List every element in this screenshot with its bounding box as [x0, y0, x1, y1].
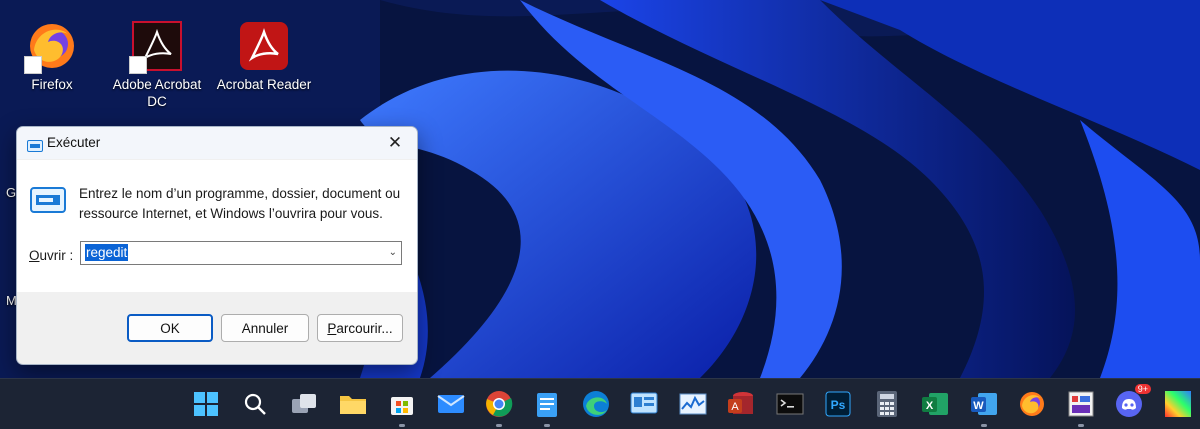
browse-button[interactable]: Parcourir...: [317, 314, 403, 342]
run-icon: [29, 186, 67, 218]
desktop-icon-label: Firefox: [31, 77, 73, 92]
taskbar-word[interactable]: W: [966, 386, 1002, 427]
word-icon: W: [971, 393, 997, 415]
taskbar-mail[interactable]: [433, 386, 469, 422]
taskbar-access[interactable]: A: [723, 386, 759, 422]
open-input-value[interactable]: regedit: [85, 244, 129, 261]
taskbar-chrome[interactable]: [481, 386, 517, 427]
taskbar-performance-monitor[interactable]: [675, 386, 711, 422]
desktop-icon-label: Acrobat Reader: [216, 77, 312, 92]
dialog-description: Entrez le nom d’un programme, dossier, d…: [79, 186, 401, 221]
open-label: Ouvrir :: [29, 248, 74, 263]
adobe-acrobat-icon: [129, 20, 183, 74]
edge-letter: G: [6, 185, 17, 200]
start-button[interactable]: [188, 386, 224, 422]
excel-icon: X: [922, 393, 948, 415]
open-combobox[interactable]: regedit ⌄: [80, 241, 402, 265]
taskbar-calculator[interactable]: [869, 386, 905, 422]
notepad-icon: [537, 393, 557, 417]
desktop-icon-label: Adobe Acrobat DC: [112, 77, 202, 109]
dialog-content: Entrez le nom d’un programme, dossier, d…: [17, 160, 417, 292]
edge-icon: [583, 391, 609, 417]
search-button[interactable]: [237, 386, 273, 422]
chrome-icon: [486, 391, 513, 417]
control-panel-icon: [630, 392, 658, 414]
taskbar-notepad[interactable]: [529, 386, 565, 427]
calculator-icon: [877, 391, 897, 417]
microsoft-store-icon: [391, 397, 413, 415]
run-dialog: Exécuter ✕ Entrez le nom d’un programme,…: [16, 126, 418, 365]
taskbar-file-explorer[interactable]: [335, 386, 371, 422]
taskbar-control-panel[interactable]: [626, 386, 662, 422]
dialog-title: Exécuter: [47, 135, 101, 150]
paint-icon: [1068, 391, 1094, 417]
svg-text:W: W: [973, 400, 984, 412]
task-view-button[interactable]: [286, 386, 322, 422]
taskbar-discord[interactable]: 9+: [1111, 384, 1151, 422]
performance-monitor-icon: [679, 393, 707, 415]
run-app-icon: [27, 137, 43, 156]
firefox-icon: [24, 20, 78, 74]
taskbar-color-app[interactable]: [1160, 386, 1196, 422]
notification-badge: 9+: [1134, 384, 1151, 394]
chevron-down-icon[interactable]: ⌄: [389, 247, 397, 258]
taskbar-microsoft-store[interactable]: [384, 386, 420, 427]
color-icon: [1165, 391, 1191, 417]
desktop-icon-acrobat-reader[interactable]: Acrobat Reader: [212, 20, 316, 93]
taskbar-edge[interactable]: [578, 386, 614, 422]
close-icon: ✕: [387, 133, 403, 153]
discord-icon: [1116, 391, 1142, 417]
taskbar-terminal[interactable]: [772, 386, 808, 422]
start-icon: [194, 392, 218, 416]
ok-button[interactable]: OK: [127, 314, 213, 342]
taskbar-photoshop[interactable]: Ps: [820, 386, 856, 422]
terminal-icon: [776, 393, 804, 415]
cancel-button[interactable]: Annuler: [221, 314, 309, 342]
firefox-icon: [1020, 392, 1044, 416]
svg-text:X: X: [926, 400, 934, 412]
task-view-icon: [292, 394, 316, 413]
mail-icon: [437, 395, 465, 413]
taskbar-excel[interactable]: X: [917, 386, 953, 422]
search-icon: [244, 393, 266, 415]
taskbar-paint[interactable]: [1063, 386, 1099, 427]
svg-text:A: A: [731, 401, 739, 413]
access-icon: A: [728, 392, 753, 414]
file-explorer-icon: [340, 396, 366, 414]
desktop-icon-adobe-acrobat[interactable]: Adobe Acrobat DC: [105, 20, 209, 110]
taskbar: A Ps X W 9+: [0, 378, 1200, 429]
svg-text:Ps: Ps: [831, 398, 846, 412]
dialog-titlebar[interactable]: Exécuter ✕: [17, 127, 417, 159]
acrobat-reader-icon: [238, 20, 290, 72]
close-button[interactable]: ✕: [373, 127, 417, 159]
desktop-icon-firefox[interactable]: Firefox: [0, 20, 104, 93]
photoshop-icon: Ps: [825, 391, 851, 417]
taskbar-firefox[interactable]: [1014, 386, 1050, 422]
